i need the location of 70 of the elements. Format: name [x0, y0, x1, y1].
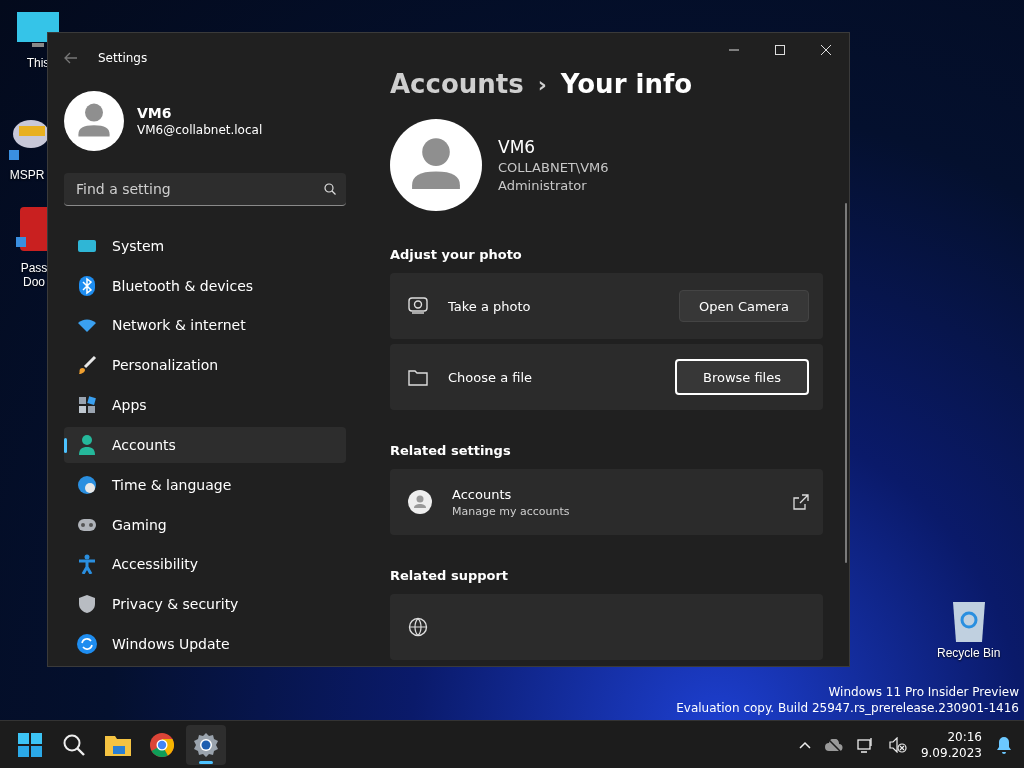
cloud-icon[interactable]	[824, 738, 843, 751]
browser-icon[interactable]	[150, 732, 174, 757]
card-label: Take a photo	[448, 298, 532, 314]
sidebar-item[interactable]: System	[64, 227, 346, 264]
sidebar-item[interactable]: Accessibility	[64, 546, 346, 583]
profile-role: Administrator	[498, 178, 588, 193]
watermark-text: Evaluation copy. Build 25947.rs_prerelease.230901-1416	[676, 700, 1019, 716]
breadcrumb-separator: ›	[537, 71, 547, 97]
section-heading: Adjust your photo	[390, 247, 523, 262]
section-heading: Related settings	[390, 443, 512, 458]
profile-name: VM6	[498, 137, 537, 157]
gear-icon[interactable]	[194, 732, 218, 757]
avatar	[64, 91, 124, 151]
update-icon	[77, 634, 97, 655]
folder-icon	[408, 368, 428, 386]
folder-icon[interactable]	[105, 733, 131, 756]
profile-account: COLLABNET\VM6	[498, 160, 609, 175]
clock-date[interactable]: 9.09.2023	[920, 744, 982, 761]
monitor-icon	[77, 237, 97, 254]
user-email: VM6@collabnet.local	[137, 123, 263, 137]
sidebar-item[interactable]: Personalization	[64, 347, 346, 384]
card-label: Choose a file	[448, 369, 534, 385]
card-description: Manage my accounts	[452, 504, 571, 518]
window-title: Settings	[98, 51, 148, 65]
bluetooth-icon	[79, 275, 95, 296]
wifi-icon	[77, 317, 97, 334]
person-icon	[78, 434, 96, 455]
search-bar[interactable]: Find a setting	[64, 173, 346, 206]
chevron-up-icon[interactable]	[798, 740, 811, 749]
section-heading: Related support	[390, 568, 510, 583]
search-icon	[324, 182, 336, 195]
sidebar-item[interactable]: Bluetooth & devices	[64, 267, 346, 304]
sidebar-item[interactable]: Privacy & security	[64, 586, 346, 623]
camera-icon	[408, 297, 428, 315]
close-icon	[821, 45, 831, 55]
action-button[interactable]: Browse files	[675, 359, 809, 395]
page-title: Your info	[560, 69, 693, 99]
breadcrumb-link[interactable]: Accounts	[390, 69, 524, 99]
sidebar-item[interactable]: Accounts	[64, 427, 346, 463]
desktop-icon-label[interactable]: Recycle Bin	[937, 646, 1001, 660]
globe-icon	[408, 617, 428, 637]
speaker-muted-icon[interactable]	[888, 736, 907, 753]
gamepad-icon	[77, 517, 97, 532]
back-arrow-icon[interactable]	[64, 52, 78, 64]
sidebar-item[interactable]: Network & internet	[64, 307, 346, 344]
bell-icon[interactable]	[996, 735, 1012, 754]
shield-icon	[78, 594, 96, 615]
watermark-text: Windows 11 Pro Insider Preview	[827, 684, 1019, 700]
external-link-icon	[793, 494, 809, 510]
card-label: Accounts	[452, 486, 513, 502]
sidebar-item[interactable]: Windows Update	[64, 626, 346, 662]
user-name: VM6	[137, 105, 173, 121]
settings-link-card[interactable]: Accounts Manage my accounts	[390, 469, 823, 535]
network-icon[interactable]	[856, 736, 875, 753]
desktop-icon-label[interactable]: MSPR	[9, 168, 45, 182]
action-button[interactable]: Open Camera	[679, 290, 809, 322]
brush-icon	[77, 355, 97, 376]
accessibility-icon	[78, 554, 96, 575]
desktop-icon-label[interactable]: Pass Doo	[20, 261, 48, 289]
clock-time[interactable]: 20:16	[920, 728, 982, 745]
avatar-icon	[408, 490, 432, 514]
globe-clock-icon	[77, 474, 97, 495]
maximize-icon	[775, 45, 785, 55]
sidebar-item[interactable]: Time & language	[64, 466, 346, 503]
apps-icon	[78, 396, 96, 415]
sidebar-item[interactable]: Apps	[64, 387, 346, 423]
sidebar-item[interactable]: Gaming	[64, 506, 346, 543]
search-icon[interactable]	[62, 732, 86, 757]
search-field[interactable]: Find a setting	[74, 179, 298, 198]
start-icon[interactable]	[18, 732, 42, 757]
